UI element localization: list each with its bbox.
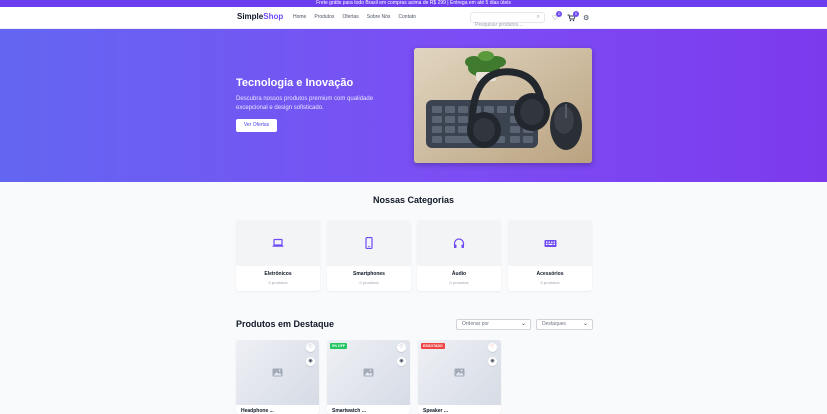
logo[interactable]: SimpleShop [237, 12, 283, 21]
quick-view-button[interactable]: ◉ [306, 357, 315, 366]
wishlist-button[interactable]: ♡ 0 [552, 11, 563, 22]
filter-select[interactable]: Destaques ⌄ [536, 319, 593, 330]
hero-image [414, 48, 592, 163]
headphones-icon [453, 237, 465, 248]
quick-view-button[interactable]: ◉ [488, 357, 497, 366]
cart-button[interactable]: 0 [567, 11, 579, 24]
categories-title: Nossas Categorias [372, 195, 455, 205]
settings-button[interactable]: ⚙ [583, 14, 589, 22]
nav-products[interactable]: Produtos [314, 14, 334, 20]
filter-select-value: Destaques [542, 321, 566, 327]
smartphone-icon [365, 237, 373, 249]
category-name: Acessórios [536, 271, 564, 277]
nav-offers[interactable]: Ofertas [342, 14, 358, 20]
product-card[interactable]: ESGOTADO ♡ ◉ Speaker ... [418, 340, 501, 414]
image-placeholder-icon [454, 368, 465, 377]
eye-icon: ◉ [490, 358, 495, 364]
product-name[interactable]: Speaker ... [423, 408, 448, 414]
hero-photo-illustration [414, 48, 592, 163]
laptop-icon [272, 238, 284, 247]
image-placeholder-icon [363, 368, 374, 377]
product-card[interactable]: 5% OFF ♡ ◉ Smartwatch ... [327, 340, 410, 414]
main-nav: Home Produtos Ofertas Sobre Nós Contato [293, 14, 416, 20]
sort-select-value: Ordenar por [462, 321, 489, 327]
quick-view-button[interactable]: ◉ [397, 357, 406, 366]
eye-icon: ◉ [308, 358, 313, 364]
nav-home[interactable]: Home [293, 14, 306, 20]
wishlist-toggle[interactable]: ♡ [306, 343, 315, 352]
category-count: 0 produtos [268, 280, 288, 285]
site-header: SimpleShop Home Produtos Ofertas Sobre N… [0, 7, 827, 30]
eye-icon: ◉ [399, 358, 404, 364]
category-count: 0 produtos [359, 280, 379, 285]
heart-icon: ♡ [308, 344, 313, 350]
image-placeholder-icon [272, 368, 283, 377]
category-name: Eletrônicos [264, 271, 292, 277]
cart-badge: 0 [573, 11, 579, 17]
wishlist-toggle[interactable]: ♡ [488, 343, 497, 352]
hero-subtitle: Descubra nossos produtos premium com qua… [236, 96, 374, 111]
featured-title: Produtos em Destaque [236, 319, 335, 329]
promo-bar: Frete grátis para todo Brasil em compras… [0, 0, 827, 7]
logo-primary: Simple [237, 12, 264, 21]
wishlist-badge: 0 [556, 11, 563, 17]
heart-icon: ♡ [490, 344, 495, 350]
hero-banner: Tecnologia e Inovação Descubra nossos pr… [0, 29, 827, 182]
chevron-down-icon: ⌄ [582, 321, 588, 327]
product-name[interactable]: Headphone ... [241, 408, 274, 414]
discount-badge: 5% OFF [330, 343, 348, 349]
category-name: Smartphones [353, 271, 385, 277]
category-card-electronics[interactable]: Eletrônicos 0 produtos [236, 220, 320, 291]
logo-accent: Shop [263, 12, 284, 21]
product-name[interactable]: Smartwatch ... [332, 408, 366, 414]
nav-about[interactable]: Sobre Nós [367, 14, 391, 20]
category-count: 0 produtos [540, 280, 560, 285]
search-box: ⌕ [470, 12, 545, 30]
category-name: Áudio [451, 271, 467, 277]
category-count: 0 produtos [449, 280, 469, 285]
chevron-down-icon: ⌄ [520, 321, 526, 327]
view-offers-button[interactable]: Ver Ofertas [236, 119, 277, 132]
product-card[interactable]: ♡ ◉ Headphone ... [236, 340, 319, 414]
wishlist-toggle[interactable]: ♡ [397, 343, 406, 352]
category-card-audio[interactable]: Áudio 0 produtos [417, 220, 501, 291]
search-icon[interactable]: ⌕ [537, 14, 540, 21]
category-card-accessories[interactable]: Acessórios 0 produtos [508, 220, 592, 291]
category-card-smartphones[interactable]: Smartphones 0 produtos [327, 220, 411, 291]
hero-title: Tecnologia e Inovação [236, 77, 354, 89]
sold-out-badge: ESGOTADO [421, 343, 445, 349]
sort-select[interactable]: Ordenar por ⌄ [456, 319, 531, 330]
promo-text: Frete grátis para todo Brasil em compras… [316, 0, 511, 6]
heart-icon: ♡ [399, 344, 404, 350]
nav-contact[interactable]: Contato [398, 14, 416, 20]
keyboard-icon [544, 239, 556, 247]
gear-icon: ⚙ [583, 15, 590, 22]
